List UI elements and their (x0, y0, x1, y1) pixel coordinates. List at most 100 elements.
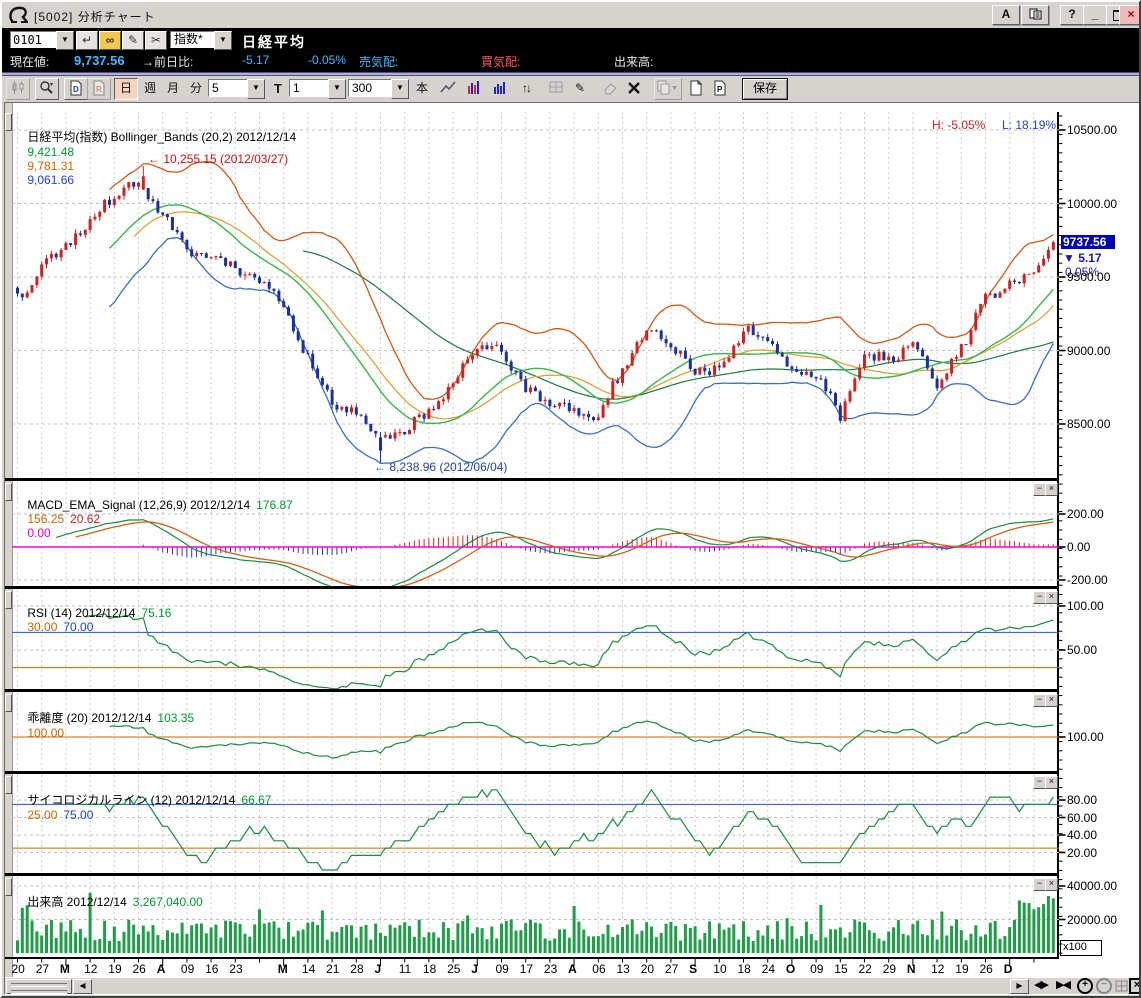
period-minute-button[interactable]: 分 (184, 78, 208, 100)
y-axis-label: 9500.00 (1067, 270, 1110, 284)
minimize-button[interactable]: _ (1083, 5, 1107, 25)
histogram-red-blue-button[interactable] (462, 78, 486, 100)
macd-close-button[interactable]: × (1045, 483, 1058, 496)
zoom-tool-button[interactable] (35, 78, 59, 100)
change-pct-value: -0.05% (308, 53, 346, 67)
svg-text:P: P (717, 85, 723, 94)
main-panel-splitter[interactable] (5, 113, 12, 131)
index-dropdown-button[interactable]: ▼ (214, 31, 232, 50)
scroll-right-button[interactable]: ▶ (1010, 979, 1029, 994)
kairi-panel-splitter[interactable] (5, 694, 12, 712)
copy-chart-icon (657, 80, 679, 96)
scrollbar-thumb[interactable] (6, 979, 72, 994)
panel-divider[interactable] (5, 478, 1059, 481)
app-logo-icon (8, 5, 30, 24)
y-axis-label: 40000.00 (1067, 879, 1117, 893)
copy-icon (1029, 8, 1042, 20)
save-button[interactable]: 保存 (742, 78, 788, 100)
panel-divider[interactable] (5, 771, 1059, 774)
ask-label: 売気配: (359, 53, 398, 70)
delete-tool-button[interactable] (622, 78, 646, 100)
svg-text:D: D (73, 85, 79, 94)
updown-arrows-button[interactable]: ↑↓ (514, 78, 538, 100)
page-r-button[interactable]: R (87, 78, 111, 100)
cut-button[interactable]: ✂ (145, 31, 167, 50)
scroll-left-button[interactable]: ◀ (73, 979, 92, 994)
index-select[interactable]: 指数* (170, 31, 216, 48)
binoculars-button[interactable]: ∞ (99, 31, 121, 50)
time-axis-ticks (12, 959, 1059, 967)
window-title: [5002] 分析チャート (34, 8, 156, 25)
page-d-button[interactable]: D (64, 78, 88, 100)
period-week-button[interactable]: 週 (138, 78, 162, 100)
candlestick-icon (10, 80, 26, 96)
eraser-tool-button[interactable] (598, 78, 622, 100)
pencil-tool-button[interactable]: ✎ (568, 78, 592, 100)
copy-chart-button[interactable] (654, 78, 682, 100)
y-axis-label: 10500.00 (1067, 123, 1117, 137)
grid-tool-button[interactable] (544, 78, 568, 100)
copy-window-button[interactable] (1021, 5, 1049, 25)
page-add-icon (688, 80, 704, 96)
close-button[interactable]: × (1119, 5, 1141, 25)
trendline-tool-button[interactable] (436, 78, 460, 100)
histogram-red-blue-icon (466, 80, 482, 96)
last-price-tag: 9737.56 (1061, 235, 1115, 249)
last-price-change: ▼ 5.17 (1063, 251, 1102, 265)
kairi-close-button[interactable]: × (1045, 694, 1058, 707)
bars-select-arrow[interactable]: ▼ (391, 79, 409, 99)
interval-select-arrow[interactable]: ▼ (328, 79, 346, 99)
period-month-button[interactable]: 月 (161, 78, 185, 100)
edit-button[interactable]: ✎ (122, 31, 144, 50)
close-chart-icon[interactable]: × (1129, 978, 1141, 994)
expand-bars-icon[interactable]: ◀▶ (1032, 978, 1049, 993)
current-price-value: 9,737.56 (74, 53, 125, 68)
bars-select[interactable]: 300 (348, 79, 393, 97)
enter-button[interactable]: ↵ (76, 31, 98, 50)
compress-bars-icon[interactable]: ▶◀ (1054, 978, 1071, 993)
interval-select[interactable]: 1 (289, 79, 330, 97)
histogram-blue-button[interactable] (488, 78, 512, 100)
bollinger-lower-value: 9,061.66 (27, 173, 74, 187)
quote-row: 現在値: 9,737.56 →前日比: -5.17 -0.05% 売気配: 買気… (2, 50, 1139, 72)
current-price-label: 現在値: (10, 53, 49, 70)
y-axis-label: -200.00 (1067, 573, 1108, 587)
trendline-icon (440, 80, 456, 96)
main-title: 日経平均(指数) Bollinger_Bands (20,2) 2012/12/… (27, 130, 296, 144)
zoom-in-icon[interactable]: + (1077, 978, 1093, 994)
grid-window-icon[interactable] (1113, 978, 1130, 993)
panel-divider[interactable] (5, 873, 1059, 876)
panel-divider[interactable] (5, 689, 1059, 692)
y-axis-label: 200.00 (1067, 507, 1104, 521)
period-day-button[interactable]: 日 (114, 78, 138, 100)
volume-close-button[interactable]: × (1045, 878, 1058, 891)
macd-panel-splitter[interactable] (5, 483, 12, 501)
ma-select-arrow[interactable]: ▼ (247, 79, 265, 99)
symbol-code-input[interactable] (10, 31, 58, 48)
zoom-out-icon[interactable]: − (1096, 978, 1112, 994)
psych-panel-splitter[interactable] (5, 776, 12, 794)
rsi-close-button[interactable]: × (1045, 591, 1058, 604)
page-p-icon: P (712, 80, 728, 96)
font-button[interactable]: A (992, 5, 1020, 25)
volume-panel-splitter[interactable] (5, 878, 12, 896)
panel-divider[interactable] (5, 586, 1059, 589)
low-annotation: ← 8,238.96 (2012/06/04) (374, 460, 507, 474)
page-p-button[interactable]: P (708, 78, 732, 100)
page-add-button[interactable] (684, 78, 708, 100)
rsi-panel-splitter[interactable] (5, 591, 12, 609)
svg-text:R: R (96, 85, 102, 94)
t-button[interactable]: T (266, 78, 290, 100)
prev-diff-label: →前日比: (142, 53, 193, 70)
bollinger-mid-value: 9,421.48 (27, 145, 74, 159)
help-button[interactable]: ? (1060, 5, 1084, 25)
psych-close-button[interactable]: × (1045, 776, 1058, 789)
candlestick-tool-button[interactable] (6, 78, 30, 100)
magnifier-icon (39, 80, 55, 96)
grid-window-glyph (1115, 980, 1128, 992)
ma-select[interactable]: 5 (208, 79, 249, 97)
y-axis-label: 80.00 (1067, 793, 1097, 807)
code-dropdown-button[interactable]: ▼ (56, 31, 74, 50)
low-pct-label: L: 18.19% (1002, 118, 1056, 132)
volume-panel-header: 出来高 2012/12/143,267,040.00 (14, 879, 209, 924)
